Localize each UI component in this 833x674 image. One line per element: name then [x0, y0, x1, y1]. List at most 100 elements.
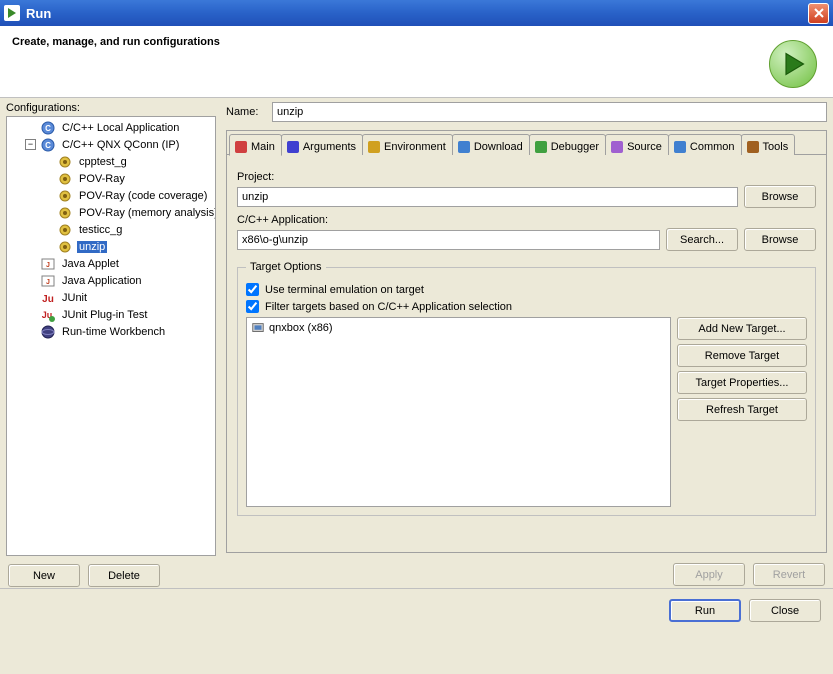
tree-item[interactable]: J Java Application [7, 272, 215, 289]
tree-item[interactable]: testicc_g [7, 221, 215, 238]
gear-icon [57, 239, 73, 255]
tree-item-label: C/C++ QNX QConn (IP) [60, 139, 181, 151]
tree-item-label: unzip [77, 241, 107, 253]
revert-button[interactable]: Revert [753, 563, 825, 586]
use-terminal-label: Use terminal emulation on target [265, 284, 424, 296]
project-label: Project: [237, 171, 816, 183]
remove-target-button[interactable]: Remove Target [677, 344, 807, 367]
tab-icon [457, 140, 471, 154]
apply-button[interactable]: Apply [673, 563, 745, 586]
application-search-button[interactable]: Search... [666, 228, 738, 251]
tree-item-label: JUnit Plug-in Test [60, 309, 149, 321]
tree-item[interactable]: POV-Ray [7, 170, 215, 187]
filter-targets-checkbox[interactable] [246, 300, 259, 313]
tree-item-label: POV-Ray (memory analysis) [77, 207, 216, 219]
target-options-legend: Target Options [246, 261, 326, 273]
app-icon [4, 5, 20, 21]
tab-tools[interactable]: Tools [741, 134, 796, 155]
junit-icon: Ju [40, 290, 56, 306]
name-label: Name: [226, 106, 272, 118]
tab-debugger[interactable]: Debugger [529, 134, 606, 155]
tree-item-label: POV-Ray [77, 173, 127, 185]
name-input[interactable] [272, 102, 827, 122]
tab-arguments[interactable]: Arguments [281, 134, 363, 155]
tab-icon [610, 140, 624, 154]
tab-icon [673, 140, 687, 154]
svg-text:J: J [46, 262, 50, 269]
target-item[interactable]: qnxbox (x86) [249, 320, 668, 336]
tree-item-label: Run-time Workbench [60, 326, 167, 338]
target-list[interactable]: qnxbox (x86) [246, 317, 671, 507]
close-icon [813, 7, 825, 19]
configurations-label: Configurations: [6, 102, 216, 114]
target-properties-button[interactable]: Target Properties... [677, 371, 807, 394]
application-input[interactable] [237, 230, 660, 250]
tree-item[interactable]: Run-time Workbench [7, 323, 215, 340]
tree-item[interactable]: unzip [7, 238, 215, 255]
tab-label: Common [690, 141, 735, 153]
use-terminal-checkbox[interactable] [246, 283, 259, 296]
expander-icon[interactable]: − [25, 139, 36, 150]
tab-label: Debugger [551, 141, 599, 153]
close-button[interactable]: Close [749, 599, 821, 622]
tree-item[interactable]: Ju JUnit [7, 289, 215, 306]
filter-targets-label: Filter targets based on C/C++ Applicatio… [265, 301, 512, 313]
tree-item-label: Java Application [60, 275, 144, 287]
tab-label: Main [251, 141, 275, 153]
tree-item[interactable]: POV-Ray (memory analysis) [7, 204, 215, 221]
tree-item[interactable]: JJava Applet [7, 255, 215, 272]
tree-item[interactable]: C C/C++ Local Application [7, 119, 215, 136]
run-icon [769, 40, 817, 88]
tab-label: Tools [763, 141, 789, 153]
tab-icon [286, 140, 300, 154]
tab-panel: Main ArgumentsEnvironmentDownload Debugger… [226, 130, 827, 553]
project-input[interactable] [237, 187, 738, 207]
title-bar: Run [0, 0, 833, 26]
add-target-button[interactable]: Add New Target... [677, 317, 807, 340]
junit-plugin-icon: Ju [40, 307, 56, 323]
c-app-icon: C [40, 120, 56, 136]
new-button[interactable]: New [8, 564, 80, 587]
window-close-button[interactable] [808, 3, 829, 24]
target-icon [251, 321, 265, 335]
header-title: Create, manage, and run configurations [12, 36, 769, 48]
gear-icon [57, 171, 73, 187]
tree-item-label: cpptest_g [77, 156, 129, 168]
gear-icon [57, 188, 73, 204]
tree-item[interactable]: −C C/C++ QNX QConn (IP) [7, 136, 215, 153]
gear-icon [57, 222, 73, 238]
application-browse-button[interactable]: Browse [744, 228, 816, 251]
tab-main-content: Project: Browse C/C++ Application: Searc… [227, 155, 826, 552]
tree-item-label: testicc_g [77, 224, 124, 236]
window-title: Run [26, 6, 51, 21]
tab-source[interactable]: Source [605, 134, 669, 155]
configurations-tree[interactable]: C C/C++ Local Application −C C/C++ QNX QCon… [6, 116, 216, 556]
tab-common[interactable]: Common [668, 134, 742, 155]
dialog-header: Create, manage, and run configurations [0, 26, 833, 98]
tree-item[interactable]: cpptest_g [7, 153, 215, 170]
svg-text:C: C [45, 124, 51, 133]
tab-main[interactable]: Main [229, 134, 282, 156]
gear-icon [57, 205, 73, 221]
tree-item-label: C/C++ Local Application [60, 122, 181, 134]
tab-icon [746, 140, 760, 154]
dialog-footer: Run Close [0, 588, 833, 636]
tree-item-label: POV-Ray (code coverage) [77, 190, 209, 202]
tab-icon [234, 140, 248, 154]
tree-item-label: JUnit [60, 292, 89, 304]
refresh-target-button[interactable]: Refresh Target [677, 398, 807, 421]
tab-environment[interactable]: Environment [362, 134, 453, 155]
gear-icon [57, 154, 73, 170]
delete-button[interactable]: Delete [88, 564, 160, 587]
c-app-icon: C [40, 137, 56, 153]
tree-item[interactable]: POV-Ray (code coverage) [7, 187, 215, 204]
svg-text:C: C [45, 141, 51, 150]
tree-item[interactable]: Ju JUnit Plug-in Test [7, 306, 215, 323]
target-options-group: Target Options Use terminal emulation on… [237, 261, 816, 516]
java-icon: J [40, 256, 56, 272]
project-browse-button[interactable]: Browse [744, 185, 816, 208]
tab-bar: Main ArgumentsEnvironmentDownload Debugger… [227, 131, 826, 155]
java-icon: J [40, 273, 56, 289]
tab-download[interactable]: Download [452, 134, 530, 155]
run-button[interactable]: Run [669, 599, 741, 622]
